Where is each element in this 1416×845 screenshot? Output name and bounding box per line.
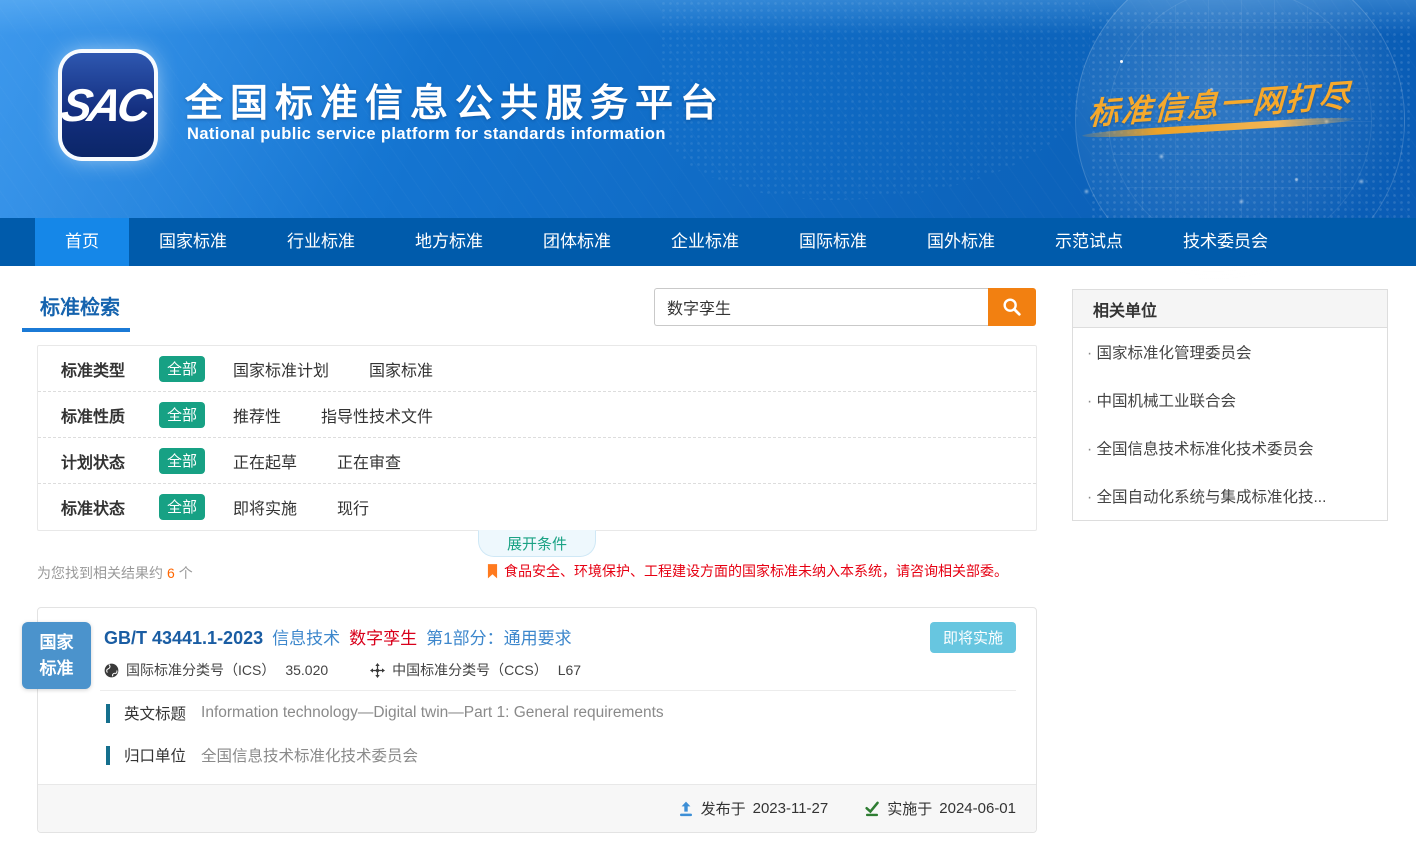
filter-all-button[interactable]: 全部	[159, 494, 205, 520]
site-subtitle: National public service platform for sta…	[187, 125, 666, 144]
page-title: 标准检索	[40, 291, 120, 320]
result-count-prefix: 为您找到相关结果约	[37, 565, 163, 581]
filter-row-standard-status: 标准状态 全部 即将实施 现行	[38, 484, 1036, 529]
sparkle-dots-decoration	[1120, 60, 1123, 63]
filter-row-standard-nature: 标准性质 全部 推荐性 指导性技术文件	[38, 392, 1036, 438]
standard-result-card: 国家 标准 GB/T 43441.1-2023 信息技术 数字孪生 第1部分：通…	[37, 607, 1037, 833]
implemented-date-item: 实施于 2024-06-01	[864, 798, 1016, 819]
filter-option[interactable]: 现行	[337, 495, 369, 519]
filter-row-standard-type: 标准类型 全部 国家标准计划 国家标准	[38, 346, 1036, 392]
filter-option[interactable]: 正在起草	[233, 449, 297, 473]
ics-label: 国际标准分类号（ICS）	[126, 660, 275, 680]
nav-item-pilot-programs[interactable]: 示范试点	[1025, 218, 1153, 266]
nav-item-international-standards[interactable]: 国际标准	[769, 218, 897, 266]
nav-item-technical-committees[interactable]: 技术委员会	[1153, 218, 1298, 266]
badge-line1: 国家	[40, 630, 74, 656]
sidebar-item-automation-committee[interactable]: 全国自动化系统与集成标准化技...	[1073, 472, 1387, 520]
related-units-title: 相关单位	[1073, 290, 1387, 328]
filter-all-button[interactable]: 全部	[159, 448, 205, 474]
nav-item-home[interactable]: 首页	[35, 218, 129, 266]
search-icon	[1001, 296, 1023, 318]
page: SAC 全国标准信息公共服务平台 National public service…	[0, 0, 1416, 845]
filter-label: 标准状态	[61, 495, 159, 519]
main-nav: 首页 国家标准 行业标准 地方标准 团体标准 企业标准 国际标准 国外标准 示范…	[0, 218, 1416, 266]
filter-label: 计划状态	[61, 449, 159, 473]
nav-item-local-standards[interactable]: 地方标准	[385, 218, 513, 266]
sac-logo-text: SAC	[58, 78, 159, 132]
national-standard-badge[interactable]: 国家 标准	[22, 622, 91, 689]
nav-item-industry-standards[interactable]: 行业标准	[257, 218, 385, 266]
nav-item-enterprise-standards[interactable]: 企业标准	[641, 218, 769, 266]
nav-item-national-standards[interactable]: 国家标准	[129, 218, 257, 266]
published-date: 2023-11-27	[753, 800, 829, 817]
sac-logo[interactable]: SAC	[62, 53, 154, 157]
field-label: 归口单位	[124, 744, 186, 766]
badge-line2: 标准	[40, 656, 74, 682]
result-count-number: 6	[163, 565, 179, 581]
expand-conditions-button[interactable]: 展开条件	[478, 530, 596, 557]
ics-value: 35.020	[285, 662, 328, 678]
published-date-item: 发布于 2023-11-27	[678, 798, 829, 819]
standard-title-highlight: 数字孪生	[349, 624, 417, 649]
search-input[interactable]	[654, 288, 988, 326]
published-label: 发布于	[701, 798, 746, 819]
system-notice: 食品安全、环境保护、工程建设方面的国家标准未纳入本系统，请咨询相关部委。	[487, 561, 1008, 581]
bookmark-icon	[487, 564, 498, 579]
filter-row-plan-status: 计划状态 全部 正在起草 正在审查	[38, 438, 1036, 484]
filter-option[interactable]: 指导性技术文件	[321, 403, 433, 427]
site-title: 全国标准信息公共服务平台	[185, 72, 725, 127]
standard-title-part2: 第1部分：通用要求	[426, 624, 571, 649]
site-header: SAC 全国标准信息公共服务平台 National public service…	[0, 0, 1416, 218]
filter-all-button[interactable]: 全部	[159, 356, 205, 382]
standard-code: GB/T 43441.1-2023	[104, 628, 263, 649]
sidebar-item-machinery-federation[interactable]: 中国机械工业联合会	[1073, 376, 1387, 424]
filter-option[interactable]: 国家标准	[369, 357, 433, 381]
card-footer: 发布于 2023-11-27 实施于 2024-06-01	[38, 784, 1036, 832]
globe-icon	[104, 663, 119, 678]
filter-label: 标准类型	[61, 357, 159, 381]
field-marker-bar	[106, 704, 110, 723]
field-marker-bar	[106, 746, 110, 765]
compass-icon	[370, 663, 385, 678]
notice-text: 食品安全、环境保护、工程建设方面的国家标准未纳入本系统，请咨询相关部委。	[504, 561, 1008, 581]
field-value: Information technology—Digital twin—Part…	[201, 704, 664, 722]
english-title-row: 英文标题 Information technology—Digital twin…	[106, 702, 664, 724]
card-divider	[100, 690, 1016, 691]
page-title-underline-decoration	[22, 328, 130, 332]
filter-option[interactable]: 推荐性	[233, 403, 281, 427]
implement-check-icon	[864, 801, 880, 817]
standard-title-link[interactable]: GB/T 43441.1-2023 信息技术 数字孪生 第1部分：通用要求	[104, 624, 572, 649]
nav-item-group-standards[interactable]: 团体标准	[513, 218, 641, 266]
related-units-panel: 相关单位 国家标准化管理委员会 中国机械工业联合会 全国信息技术标准化技术委员会…	[1072, 289, 1388, 521]
filter-all-button[interactable]: 全部	[159, 402, 205, 428]
result-count: 为您找到相关结果约6个	[37, 563, 193, 583]
standard-title-part1: 信息技术	[272, 624, 340, 649]
implemented-date: 2024-06-01	[939, 800, 1016, 817]
nav-item-foreign-standards[interactable]: 国外标准	[897, 218, 1025, 266]
sidebar-item-sac[interactable]: 国家标准化管理委员会	[1073, 328, 1387, 376]
classification-row: 国际标准分类号（ICS） 35.020 中国标准分类号（CCS） L67	[104, 660, 581, 680]
filter-option[interactable]: 即将实施	[233, 495, 297, 519]
field-label: 英文标题	[124, 702, 186, 724]
result-count-suffix: 个	[179, 565, 193, 581]
implemented-label: 实施于	[887, 798, 932, 819]
filter-panel: 标准类型 全部 国家标准计划 国家标准 标准性质 全部 推荐性 指导性技术文件 …	[37, 345, 1037, 531]
sidebar-item-it-standardization-committee[interactable]: 全国信息技术标准化技术委员会	[1073, 424, 1387, 472]
filter-option[interactable]: 正在审查	[337, 449, 401, 473]
status-badge: 即将实施	[930, 622, 1016, 653]
filter-option[interactable]: 国家标准计划	[233, 357, 329, 381]
competent-unit-row: 归口单位 全国信息技术标准化技术委员会	[106, 744, 418, 766]
search-button[interactable]	[988, 288, 1036, 326]
ccs-label: 中国标准分类号（CCS）	[392, 660, 548, 680]
publish-upload-icon	[678, 801, 694, 817]
filter-label: 标准性质	[61, 403, 159, 427]
ccs-value: L67	[558, 662, 581, 678]
field-value: 全国信息技术标准化技术委员会	[201, 744, 418, 766]
